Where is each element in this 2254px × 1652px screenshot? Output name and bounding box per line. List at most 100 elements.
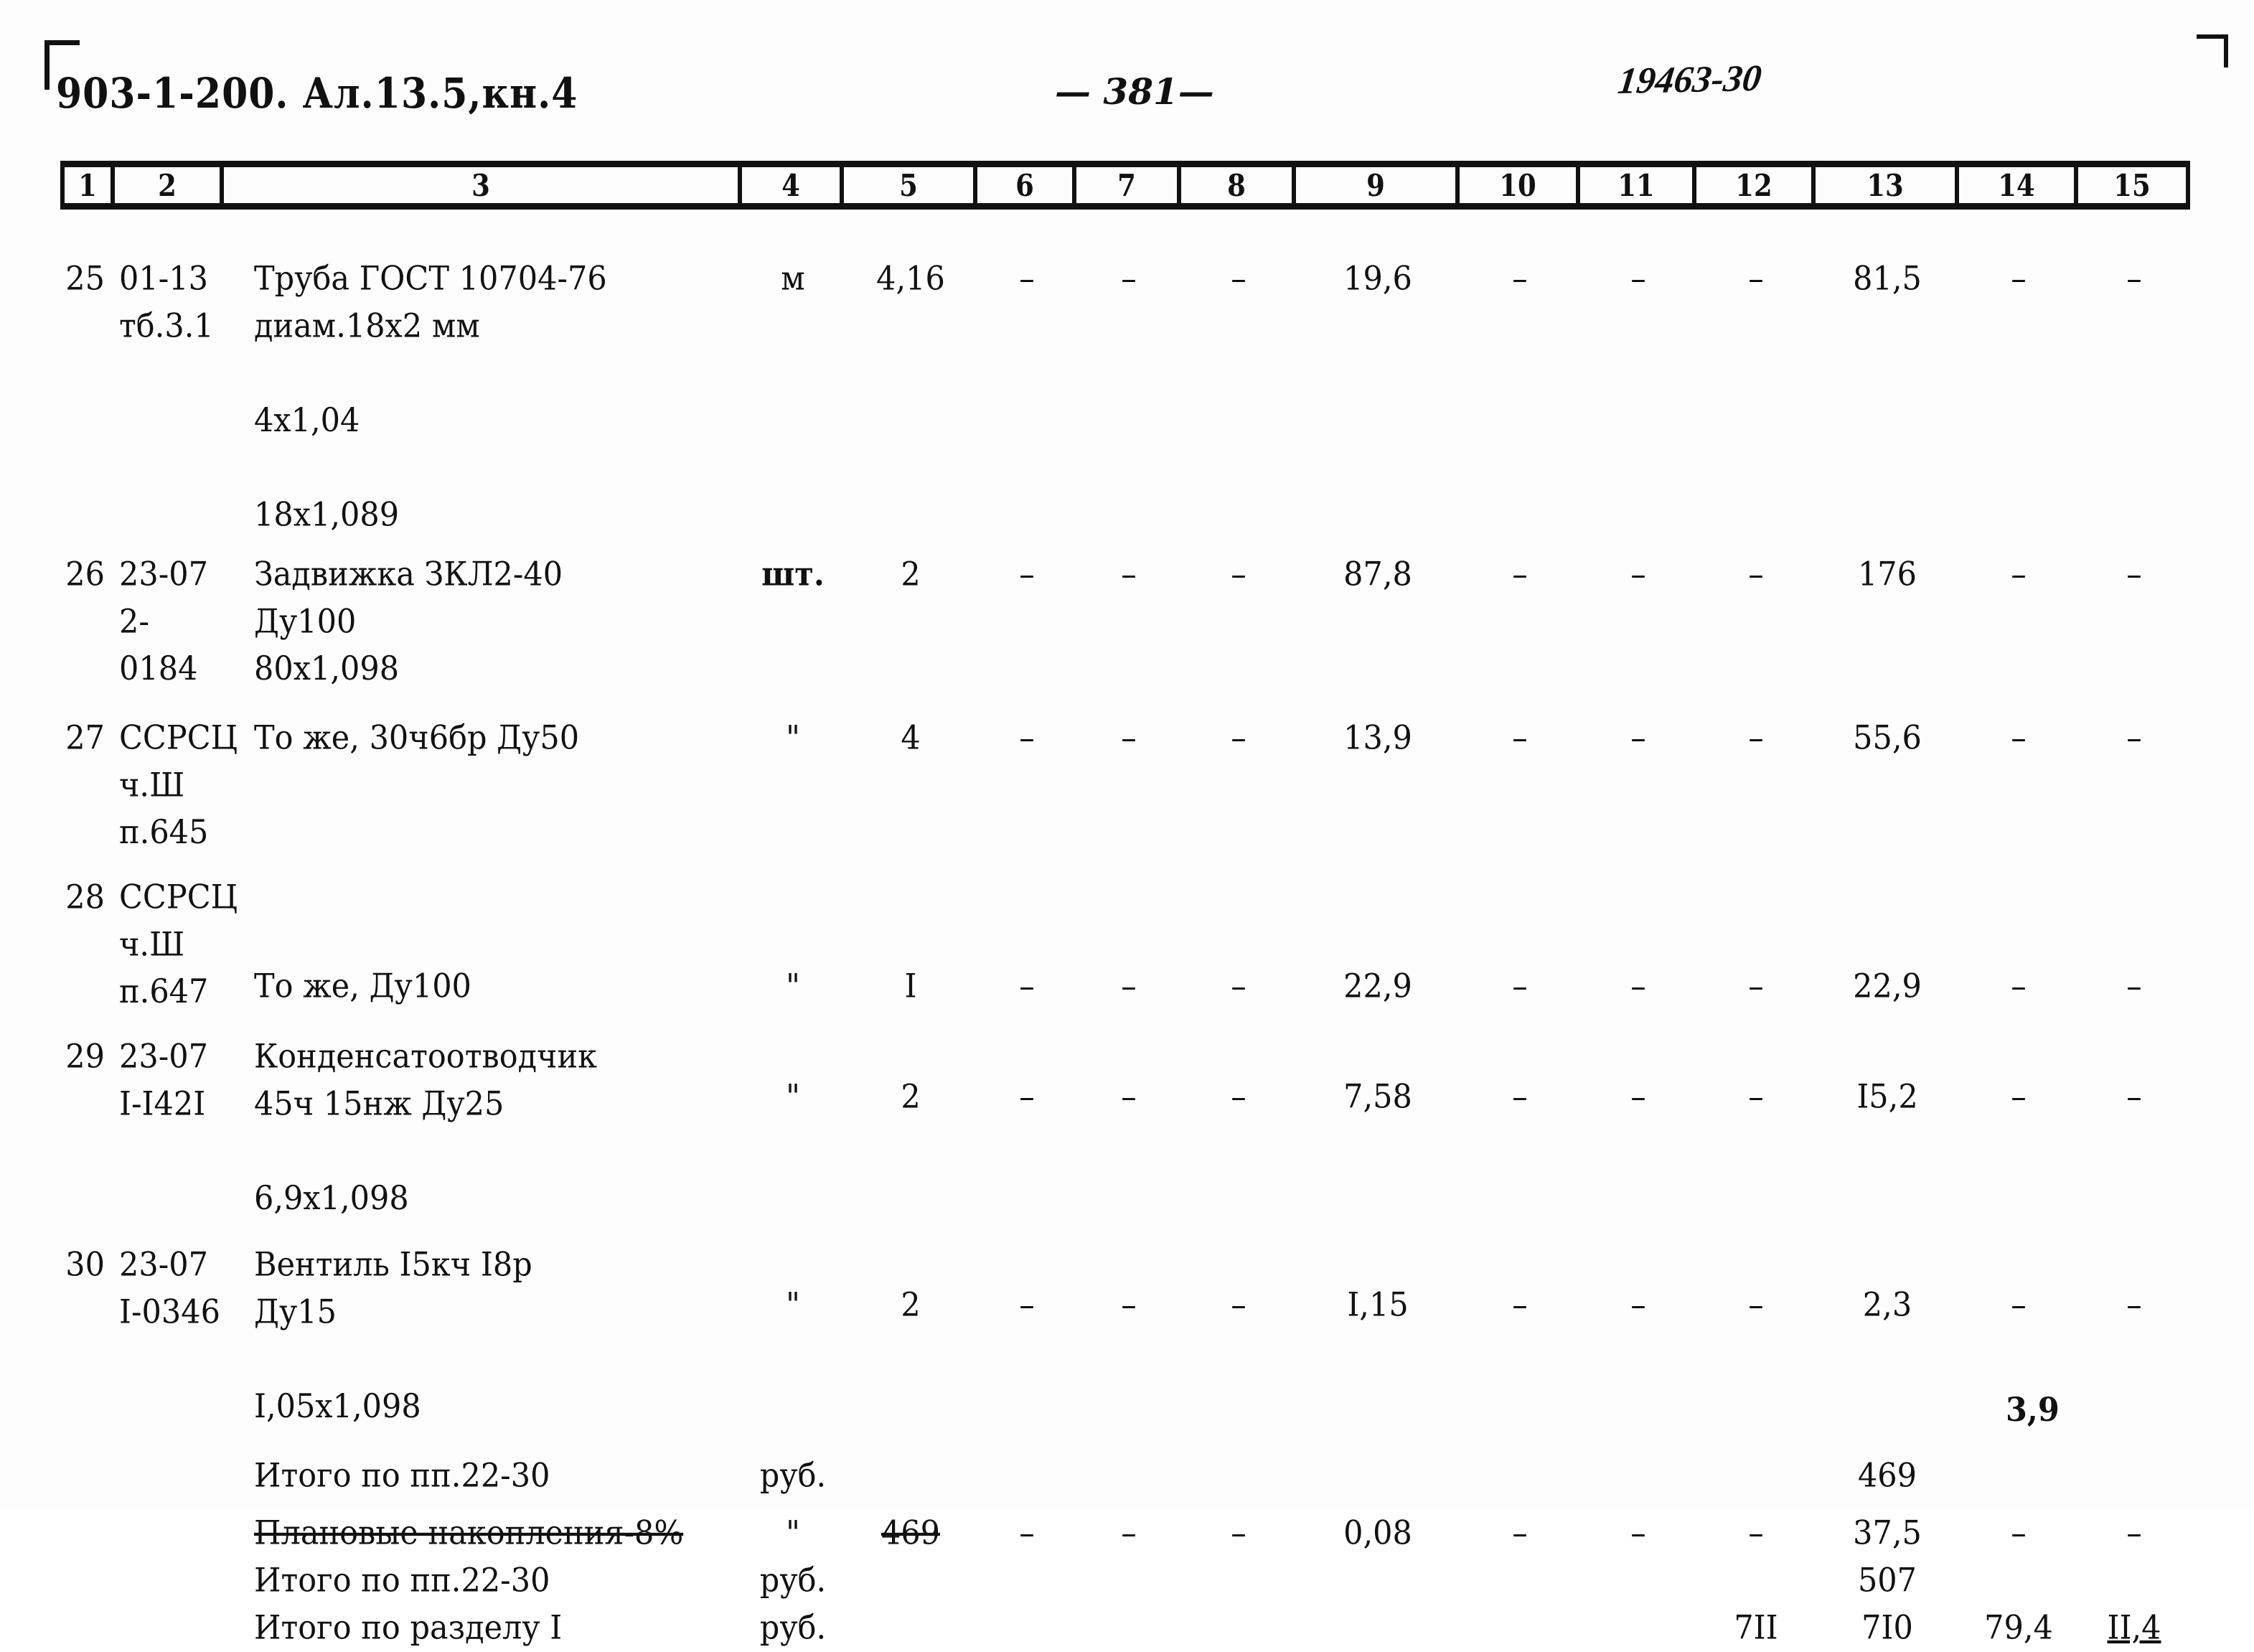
summary-value-13: 469 bbox=[1857, 1457, 1917, 1496]
page-header: 903-1-200. Ал.13.5,кн.4 — 381— 19463-30 bbox=[0, 34, 2254, 126]
row-value-15: – bbox=[2126, 555, 2142, 594]
row-value-12: – bbox=[1748, 1078, 1764, 1117]
column-header-1: 1 bbox=[60, 164, 115, 206]
row-value-5: 4 bbox=[901, 719, 921, 758]
row-value-7: – bbox=[1121, 967, 1137, 1006]
row-description: Конденсатоотводчик 45ч 15нж Ду25 6,9х1,0… bbox=[254, 1038, 598, 1218]
row-value-9: I,15 bbox=[1347, 1286, 1409, 1325]
column-header-4: 4 bbox=[742, 164, 844, 206]
row-value-14: – bbox=[2011, 719, 2027, 758]
column-header-11: 11 bbox=[1580, 164, 1696, 206]
summary-row: Итого по пп.22-30 руб. 507 bbox=[60, 1557, 2190, 1602]
page-number: — 381— bbox=[1055, 70, 1214, 113]
row-value-6: – bbox=[1019, 260, 1035, 299]
row-description: То же, Ду100 bbox=[254, 967, 471, 1006]
row-value-9: 13,9 bbox=[1343, 719, 1412, 758]
corner-bracket-right-icon bbox=[2197, 34, 2228, 67]
summary-label: Итого по пп.22-30 bbox=[254, 1562, 550, 1600]
row-code: 23-07 I-0346 bbox=[119, 1246, 220, 1332]
summary-value-14: – bbox=[2011, 1514, 2027, 1553]
column-header-15: 15 bbox=[2078, 164, 2190, 206]
summary-value-14: 79,4 bbox=[1984, 1609, 2053, 1648]
row-value-6: – bbox=[1019, 1078, 1035, 1117]
document-code: 903-1-200. Ал.13.5,кн.4 bbox=[56, 69, 578, 118]
row-description: Труба ГОСТ 10704-76 диам.18х2 мм 4х1,04 … bbox=[254, 260, 607, 534]
row-value-10: – bbox=[1512, 555, 1528, 594]
summary-unit: руб. bbox=[759, 1562, 827, 1600]
row-unit: " bbox=[786, 1286, 800, 1325]
column-header-3: 3 bbox=[224, 164, 742, 206]
column-header-2: 2 bbox=[115, 164, 224, 206]
row-value-15: – bbox=[2126, 260, 2142, 299]
row-value-8: – bbox=[1231, 719, 1246, 758]
row-unit: " bbox=[786, 1078, 800, 1117]
row-value-6: – bbox=[1019, 1286, 1035, 1325]
document-page: 903-1-200. Ал.13.5,кн.4 — 381— 19463-30 … bbox=[0, 0, 2254, 1647]
row-value-8: – bbox=[1231, 1078, 1246, 1117]
table-column-header-row: 1 2 3 4 5 6 7 8 9 10 11 12 13 14 15 bbox=[60, 161, 2190, 210]
row-value-12: – bbox=[1748, 260, 1764, 299]
row-value-5: 2 bbox=[901, 1286, 921, 1325]
row-value-8: – bbox=[1231, 555, 1246, 594]
row-value-11: – bbox=[1630, 967, 1646, 1006]
row-code: ССРСЦ ч.Ш п.645 bbox=[119, 719, 238, 852]
summary-value-12: – bbox=[1748, 1514, 1764, 1553]
row-value-13: I5,2 bbox=[1856, 1078, 1918, 1117]
summary-value-15: II,4 bbox=[2107, 1609, 2161, 1648]
summary-unit: руб. bbox=[759, 1457, 827, 1496]
row-unit: " bbox=[786, 967, 800, 1006]
row-value-10: – bbox=[1512, 1078, 1528, 1117]
row-value-13: 22,9 bbox=[1853, 967, 1922, 1006]
row-value-11: – bbox=[1630, 555, 1646, 594]
table-row: 25 01-13 тб.3.1 Труба ГОСТ 10704-76 диам… bbox=[60, 255, 2190, 534]
row-value-10: – bbox=[1512, 967, 1528, 1006]
row-description: То же, 30ч6бр Ду50 bbox=[254, 719, 580, 758]
row-code: 23-07 2-0184 bbox=[119, 555, 208, 688]
summary-value-12: 7II bbox=[1734, 1609, 1778, 1648]
row-value-10: – bbox=[1512, 1286, 1528, 1325]
row-description: Вентиль I5кч I8р Ду15 I,05х1,098 bbox=[254, 1246, 532, 1426]
summary-unit: " bbox=[786, 1514, 800, 1553]
row-code: 23-07 I-I42I bbox=[119, 1038, 208, 1124]
summary-unit: руб. bbox=[759, 1609, 827, 1648]
row-index: 29 bbox=[65, 1038, 105, 1076]
row-unit: шт. bbox=[761, 555, 825, 594]
row-value-5: 4,16 bbox=[876, 260, 945, 299]
row-value-7: – bbox=[1121, 719, 1137, 758]
column-header-9: 9 bbox=[1296, 164, 1460, 206]
summary-value-13: 37,5 bbox=[1853, 1514, 1922, 1553]
summary-value-8: – bbox=[1231, 1514, 1246, 1553]
row-value-7: – bbox=[1121, 260, 1137, 299]
summary-label: Итого по пп.22-30 bbox=[254, 1457, 550, 1496]
row-value-14: – bbox=[2011, 967, 2027, 1006]
row-unit: м bbox=[781, 260, 805, 299]
summary-value-13: 7I0 bbox=[1861, 1609, 1913, 1648]
table-row: 30 23-07 I-0346 Вентиль I5кч I8р Ду15 I,… bbox=[60, 1242, 2190, 1425]
row-value-12: – bbox=[1748, 555, 1764, 594]
row-value-11: – bbox=[1630, 719, 1646, 758]
row-value-6: – bbox=[1019, 967, 1035, 1006]
row-value-14: – bbox=[2011, 260, 2027, 299]
row-value-14: – bbox=[2011, 1078, 2027, 1117]
row-value-14: – bbox=[2011, 1286, 2027, 1325]
summary-value-5: 469 bbox=[881, 1514, 941, 1553]
row-value-7: – bbox=[1121, 555, 1137, 594]
summary-row: Итого по разделу I руб. 7II 7I0 79,4 II,… bbox=[60, 1605, 2190, 1649]
column-header-8: 8 bbox=[1181, 164, 1296, 206]
row-value-15: – bbox=[2126, 967, 2142, 1006]
row-value-5: 2 bbox=[901, 555, 921, 594]
row-value-11: – bbox=[1630, 1078, 1646, 1117]
row-index: 26 bbox=[65, 555, 105, 594]
row-value-8: – bbox=[1231, 260, 1246, 299]
row-value-13: 176 bbox=[1857, 555, 1917, 594]
column-header-12: 12 bbox=[1696, 164, 1816, 206]
table-row: 26 23-07 2-0184 Задвижка ЗКЛ2-40 Ду100 8… bbox=[60, 551, 2190, 687]
document-stamp: 19463-30 bbox=[1615, 57, 1764, 103]
summary-rows: Итого по пп.22-30 руб. 469 Плановые нако… bbox=[60, 1452, 2190, 1649]
row-value-5: 2 bbox=[901, 1078, 921, 1117]
row-value-9: 19,6 bbox=[1343, 260, 1412, 299]
row-value-15: – bbox=[2126, 1286, 2142, 1325]
summary-value-10: – bbox=[1512, 1514, 1528, 1553]
row-value-11: – bbox=[1630, 260, 1646, 299]
footnote-value: 3,9 bbox=[2006, 1391, 2060, 1430]
